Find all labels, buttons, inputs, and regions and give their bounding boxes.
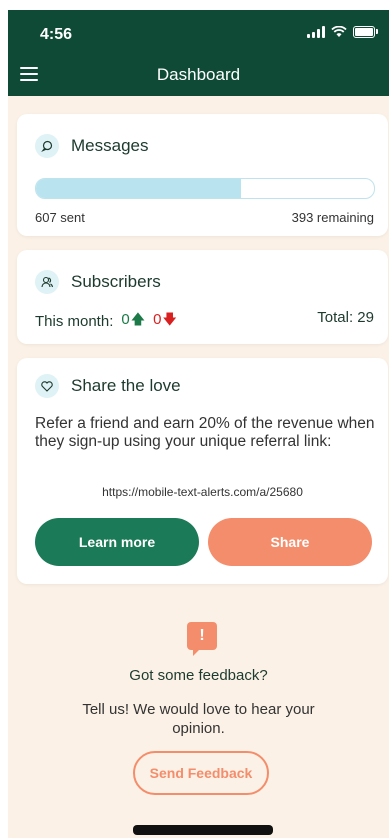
month-label: This month:	[35, 312, 114, 330]
messages-header: Messages	[35, 134, 148, 158]
battery-icon	[353, 26, 378, 38]
subscribers-header: Subscribers	[35, 270, 161, 294]
heart-icon	[35, 374, 59, 398]
share-card: Share the love Refer a friend and earn 2…	[17, 358, 388, 584]
learn-more-button[interactable]: Learn more	[35, 518, 199, 566]
signal-icon	[307, 26, 325, 38]
subscribers-title: Subscribers	[71, 272, 161, 291]
messages-title: Messages	[71, 136, 149, 155]
feedback-alert-icon: !	[187, 622, 217, 656]
message-bubble-icon	[35, 134, 59, 158]
subscribers-card[interactable]: Subscribers This month: 0🡅 0🡇 Total: 29	[17, 250, 388, 344]
share-header: Share the love	[35, 374, 181, 398]
send-feedback-button[interactable]: Send Feedback	[133, 751, 269, 795]
remaining-count: 393 remaining	[291, 210, 374, 225]
feedback-title: Got some feedback?	[129, 667, 268, 684]
new-subscribers-count: 0🡅	[121, 311, 146, 328]
sent-count: 607 sent	[35, 210, 85, 225]
month-stats: This month: 0🡅 0🡇	[35, 309, 177, 333]
home-indicator[interactable]	[133, 825, 273, 835]
messages-card[interactable]: Messages 607 sent 393 remaining	[17, 114, 388, 236]
share-title: Share the love	[71, 376, 181, 395]
share-description: Refer a friend and earn 20% of the reven…	[35, 415, 375, 450]
app-screen: 4:56 Dashboard Messages 607 sent 393 rem…	[8, 10, 389, 838]
messages-progress-fill	[36, 179, 242, 198]
arrow-down-icon: 🡇	[162, 311, 177, 327]
referral-link[interactable]: https://mobile-text-alerts.com/a/25680	[17, 485, 388, 499]
total-subscribers: Total: 29	[317, 309, 374, 326]
feedback-text: Tell us! We would love to hear your opin…	[82, 701, 315, 737]
page-title: Dashboard	[156, 65, 241, 84]
messages-progress-bar	[35, 178, 375, 199]
lost-subscribers-count: 0🡇	[153, 311, 177, 328]
app-header: 4:56 Dashboard	[8, 10, 389, 96]
status-icons	[307, 26, 378, 38]
status-time: 4:56	[40, 26, 73, 43]
users-icon	[35, 270, 59, 294]
arrow-up-icon: 🡅	[130, 311, 146, 327]
share-button[interactable]: Share	[208, 518, 372, 566]
wifi-icon	[331, 26, 347, 37]
